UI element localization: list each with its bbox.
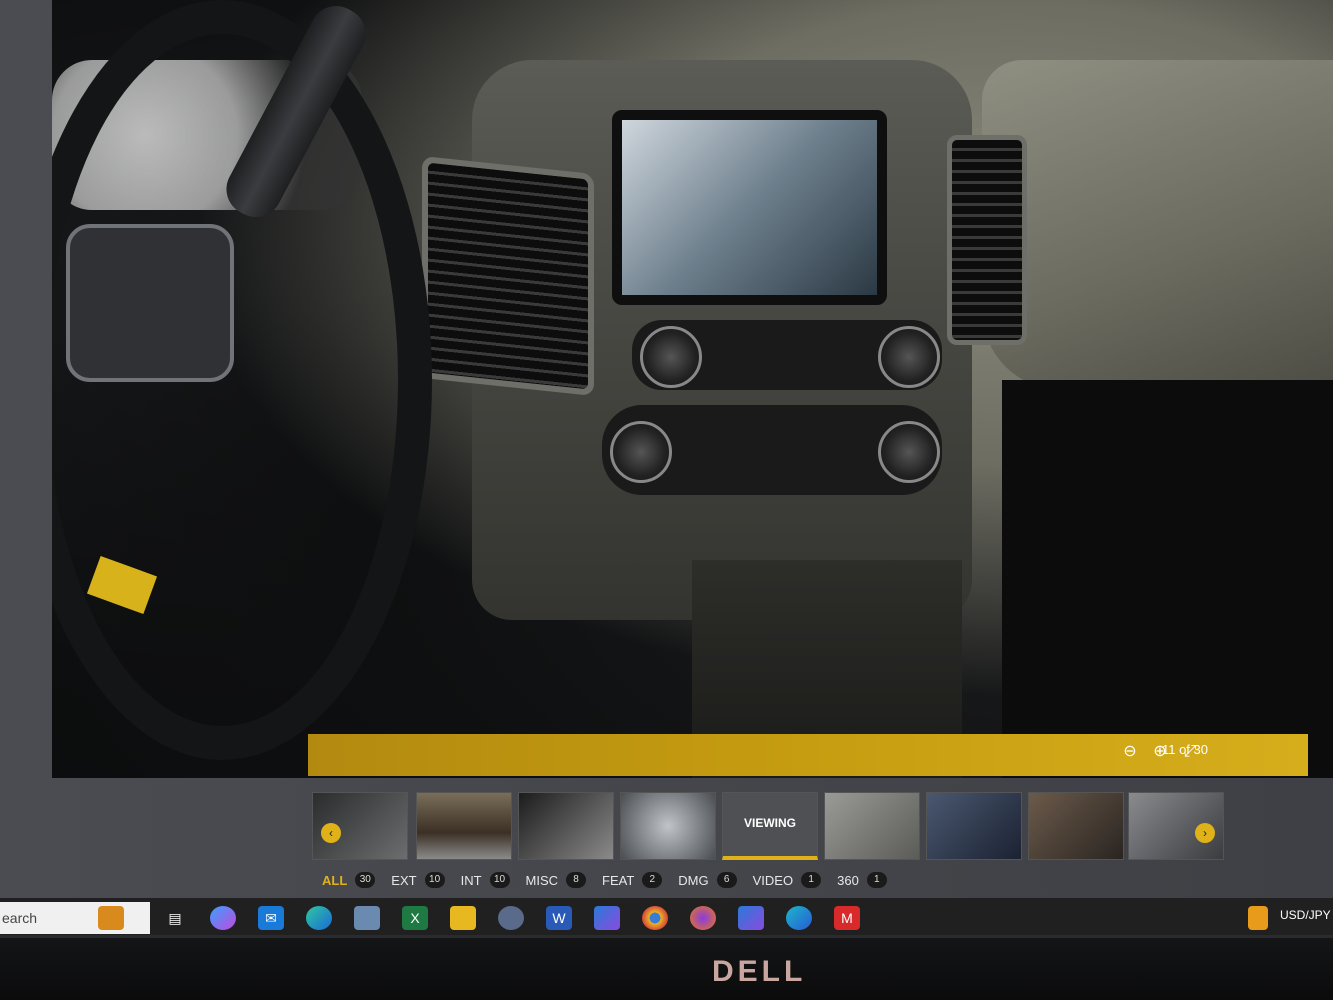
excel-icon[interactable]: X: [402, 906, 428, 930]
thumbnail[interactable]: [1028, 792, 1124, 860]
vehicle-interior-photo[interactable]: [52, 0, 1333, 778]
filter-ext[interactable]: EXT 10: [391, 872, 445, 888]
filter-all[interactable]: ALL 30: [322, 872, 376, 888]
thumbnail[interactable]: ›: [1128, 792, 1224, 860]
thumbnail-strip: ‹ VIEWING ›: [312, 784, 1224, 860]
windows-taskbar: earch ▤ ✉ X W M USD/JPY: [0, 898, 1333, 935]
filter-misc[interactable]: MISC 8: [526, 872, 587, 888]
firefox-icon[interactable]: [690, 906, 716, 930]
taskbar-search[interactable]: earch: [0, 902, 150, 934]
monitor-brand-logo: DELL: [712, 955, 807, 988]
previous-arrow-icon[interactable]: ‹: [321, 823, 341, 843]
currency-widget[interactable]: USD/JPY: [1280, 908, 1331, 922]
category-filters: ALL 30 EXT 10 INT 10 MISC 8 FEAT 2 DMG 6…: [322, 868, 887, 892]
filter-int[interactable]: INT 10: [461, 872, 510, 888]
left-vent: [422, 155, 594, 397]
dashboard-passenger-side: [982, 60, 1333, 390]
currency-icon: [1248, 906, 1268, 930]
thumbnail[interactable]: [620, 792, 716, 860]
edge-icon[interactable]: [306, 906, 332, 930]
copilot-app-icon[interactable]: [594, 906, 620, 930]
viewer-toolbar: 11 of 30 ⊖ ⊕ ⤢: [308, 734, 1308, 776]
fullscreen-exit-icon[interactable]: ⤢: [1178, 740, 1202, 764]
thumbnail[interactable]: [416, 792, 512, 860]
thumbnail-viewing[interactable]: VIEWING: [722, 792, 818, 860]
briefcase-icon[interactable]: [98, 906, 124, 930]
copilot-icon[interactable]: [210, 906, 236, 930]
snipping-tool-icon[interactable]: [498, 906, 524, 930]
right-vent: [947, 135, 1027, 345]
filter-360[interactable]: 360 1: [837, 872, 887, 888]
task-view-icon[interactable]: ▤: [162, 906, 188, 930]
volume-knob: [640, 326, 702, 388]
menu-knob: [878, 326, 940, 388]
steering-wheel: [52, 0, 432, 760]
steering-wheel-controls: [66, 224, 234, 382]
filter-dmg[interactable]: DMG 6: [678, 872, 737, 888]
filter-feat[interactable]: FEAT 2: [602, 872, 663, 888]
zoom-in-icon[interactable]: ⊕: [1148, 740, 1172, 764]
remote-desktop-icon[interactable]: [354, 906, 380, 930]
next-arrow-icon[interactable]: ›: [1195, 823, 1215, 843]
chrome-icon[interactable]: [642, 906, 668, 930]
climate-controls: [602, 405, 942, 495]
filter-video[interactable]: VIDEO 1: [753, 872, 822, 888]
zoom-out-icon[interactable]: ⊖: [1118, 740, 1142, 764]
copilot-icon-2[interactable]: [738, 906, 764, 930]
monitor-bezel: [0, 938, 1333, 1000]
monitor-screen: 11 of 30 ⊖ ⊕ ⤢ ‹ VIEWING › ALL 30 EXT 10…: [0, 0, 1333, 935]
word-icon[interactable]: W: [546, 906, 572, 930]
file-explorer-icon[interactable]: [450, 906, 476, 930]
photos-icon[interactable]: [786, 906, 812, 930]
infotainment-screen: [612, 110, 887, 305]
thumbnail[interactable]: [926, 792, 1022, 860]
mcafee-icon[interactable]: M: [834, 906, 860, 930]
radio-controls: [632, 320, 942, 390]
mail-icon[interactable]: ✉: [258, 906, 284, 930]
floor-area: [1002, 380, 1333, 778]
left-temp-knob: [610, 421, 672, 483]
thumbnail[interactable]: [518, 792, 614, 860]
right-temp-knob: [878, 421, 940, 483]
thumbnail[interactable]: ‹: [312, 792, 408, 860]
thumbnail[interactable]: [824, 792, 920, 860]
